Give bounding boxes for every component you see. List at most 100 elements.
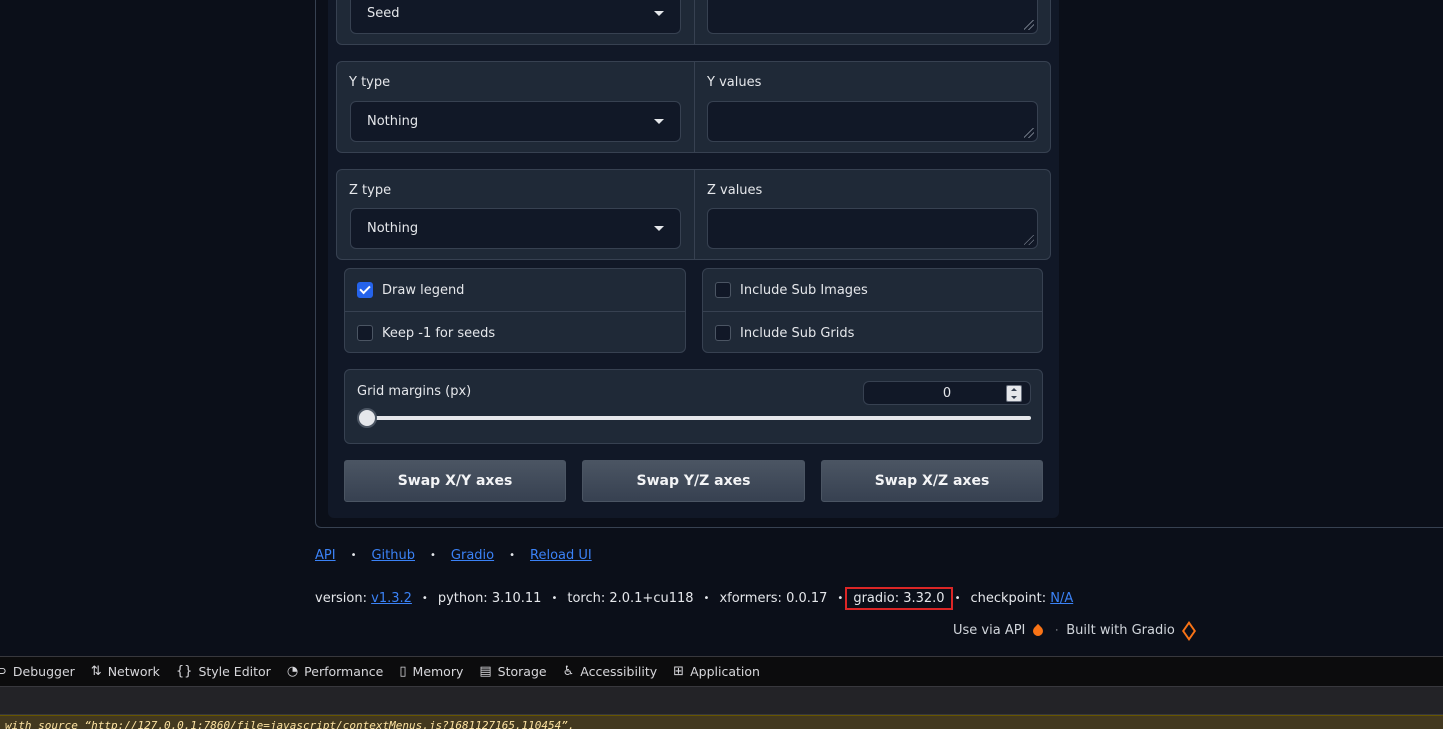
separator-dot: • [837,593,844,604]
tab-storage[interactable]: ▤ Storage [479,664,546,679]
chevron-down-icon [654,226,664,231]
swap-xz-button[interactable]: Swap X/Z axes [821,460,1043,502]
options-right-group: Include Sub Images Include Sub Grids [702,268,1043,353]
gradio-logo-icon [1181,620,1196,641]
xformers-version: xformers: 0.0.17 [719,591,828,606]
version-info: version: v1.3.2 • python: 3.10.11 • torc… [315,587,1073,610]
tab-network[interactable]: ⇅ Network [91,664,160,679]
separator-dot: • [421,593,428,604]
y-axis-row: Y type Nothing Y values [336,61,1051,153]
y-type-label: Y type [349,75,391,90]
x-axis-row: Seed [336,0,1051,45]
tab-label: Network [107,664,160,679]
separator-dot: • [954,593,961,604]
swap-xy-button[interactable]: Swap X/Y axes [344,460,566,502]
include-sub-grids-checkbox[interactable]: Include Sub Grids [703,312,1042,354]
checkbox-checked-icon[interactable] [357,282,373,298]
github-link[interactable]: Github [371,548,415,563]
swap-yz-button[interactable]: Swap Y/Z axes [582,460,805,502]
tab-style-editor[interactable]: {} Style Editor [176,664,271,679]
version-label: version: [315,591,367,606]
gradio-link[interactable]: Gradio [451,548,494,563]
accessibility-icon: ♿ [562,664,575,679]
console-warning-line: with source “http://127.0.0.1:7860/file=… [0,715,1443,729]
braces-icon: {} [175,664,193,679]
separator-dot: • [703,593,710,604]
storage-icon: ▤ [479,664,492,679]
grid-margins-group: Grid margins (px) 0 [344,369,1043,444]
grid-margins-slider-track[interactable] [359,416,1031,420]
keep-seeds-label: Keep -1 for seeds [382,325,496,341]
draw-legend-label: Draw legend [382,282,465,298]
python-version: python: 3.10.11 [437,591,542,606]
tab-debugger[interactable]: ⊃ Debugger [0,664,75,679]
tab-label: Accessibility [580,664,658,679]
checkbox-icon[interactable] [357,325,373,341]
y-values-label: Y values [707,75,762,90]
draw-legend-checkbox[interactable]: Draw legend [345,269,685,311]
grid-margins-number-input[interactable]: 0 [863,381,1031,405]
debugger-icon: ⊃ [0,664,7,679]
gauge-icon: ◔ [286,664,299,679]
tab-label: Application [690,664,760,679]
tab-memory[interactable]: ▯ Memory [399,664,463,679]
tab-performance[interactable]: ◔ Performance [287,664,384,679]
tab-label: Storage [497,664,547,679]
separator-dot: • [509,550,516,561]
checkpoint-link[interactable]: N/A [1050,591,1073,606]
z-type-label: Z type [349,183,392,198]
checkbox-icon[interactable] [715,325,731,341]
include-sub-images-checkbox[interactable]: Include Sub Images [703,269,1042,311]
y-type-value: Nothing [367,114,419,129]
z-axis-row: Z type Nothing Z values [336,169,1051,260]
options-left-group: Draw legend Keep -1 for seeds [344,268,686,353]
x-values-textarea[interactable] [707,0,1038,34]
separator-dot: • [350,550,357,561]
tab-application[interactable]: ⊞ Application [673,664,760,679]
grid-margins-label: Grid margins (px) [357,384,472,399]
version-link[interactable]: v1.3.2 [371,591,412,606]
gradio-attribution: Use via API · Built with Gradio [953,620,1196,641]
gradio-version-highlight: gradio: 3.32.0 [845,587,953,610]
separator-dot: • [551,593,558,604]
x-type-dropdown[interactable]: Seed [350,0,681,34]
devtools-toolbar [0,686,1443,715]
y-type-dropdown[interactable]: Nothing [350,101,681,142]
include-sub-grids-label: Include Sub Grids [740,325,855,341]
include-sub-images-label: Include Sub Images [740,282,868,298]
keep-seeds-checkbox[interactable]: Keep -1 for seeds [345,312,685,354]
grid-margins-slider-thumb[interactable] [357,408,377,428]
tab-label: Style Editor [198,664,271,679]
devtools-tab-bar: ⊃ Debugger ⇅ Network {} Style Editor ◔ P… [0,656,1443,686]
footer-links: API • Github • Gradio • Reload UI [315,548,592,563]
memory-chip-icon: ▯ [399,664,407,679]
reload-ui-link[interactable]: Reload UI [530,548,592,563]
resize-grip-icon[interactable] [1024,20,1034,30]
grid-margins-value: 0 [942,385,952,401]
z-values-label: Z values [707,183,763,198]
y-values-textarea[interactable] [707,101,1038,142]
tab-label: Debugger [12,664,75,679]
tab-label: Memory [412,664,464,679]
grid-icon: ⊞ [673,664,685,679]
resize-grip-icon[interactable] [1024,128,1034,138]
checkpoint-label: checkpoint: [970,591,1047,606]
x-type-value: Seed [367,5,400,21]
rocket-icon [1031,623,1046,638]
chevron-down-icon [654,10,664,16]
use-via-api-link[interactable]: Use via API [953,623,1025,638]
separator-dot: · [1055,625,1059,636]
torch-version: torch: 2.0.1+cu118 [567,591,694,606]
separator-dot: • [430,550,436,561]
api-link[interactable]: API [315,548,336,563]
checkbox-icon[interactable] [715,282,731,298]
chevron-down-icon [654,119,664,124]
built-with-gradio-link[interactable]: Built with Gradio [1066,623,1175,638]
network-icon: ⇅ [90,664,102,679]
z-values-textarea[interactable] [707,208,1038,249]
z-type-dropdown[interactable]: Nothing [350,208,681,249]
resize-grip-icon[interactable] [1024,235,1034,245]
tab-label: Performance [304,664,384,679]
spinner-icon[interactable] [1006,385,1022,402]
tab-accessibility[interactable]: ♿ Accessibility [563,664,658,679]
